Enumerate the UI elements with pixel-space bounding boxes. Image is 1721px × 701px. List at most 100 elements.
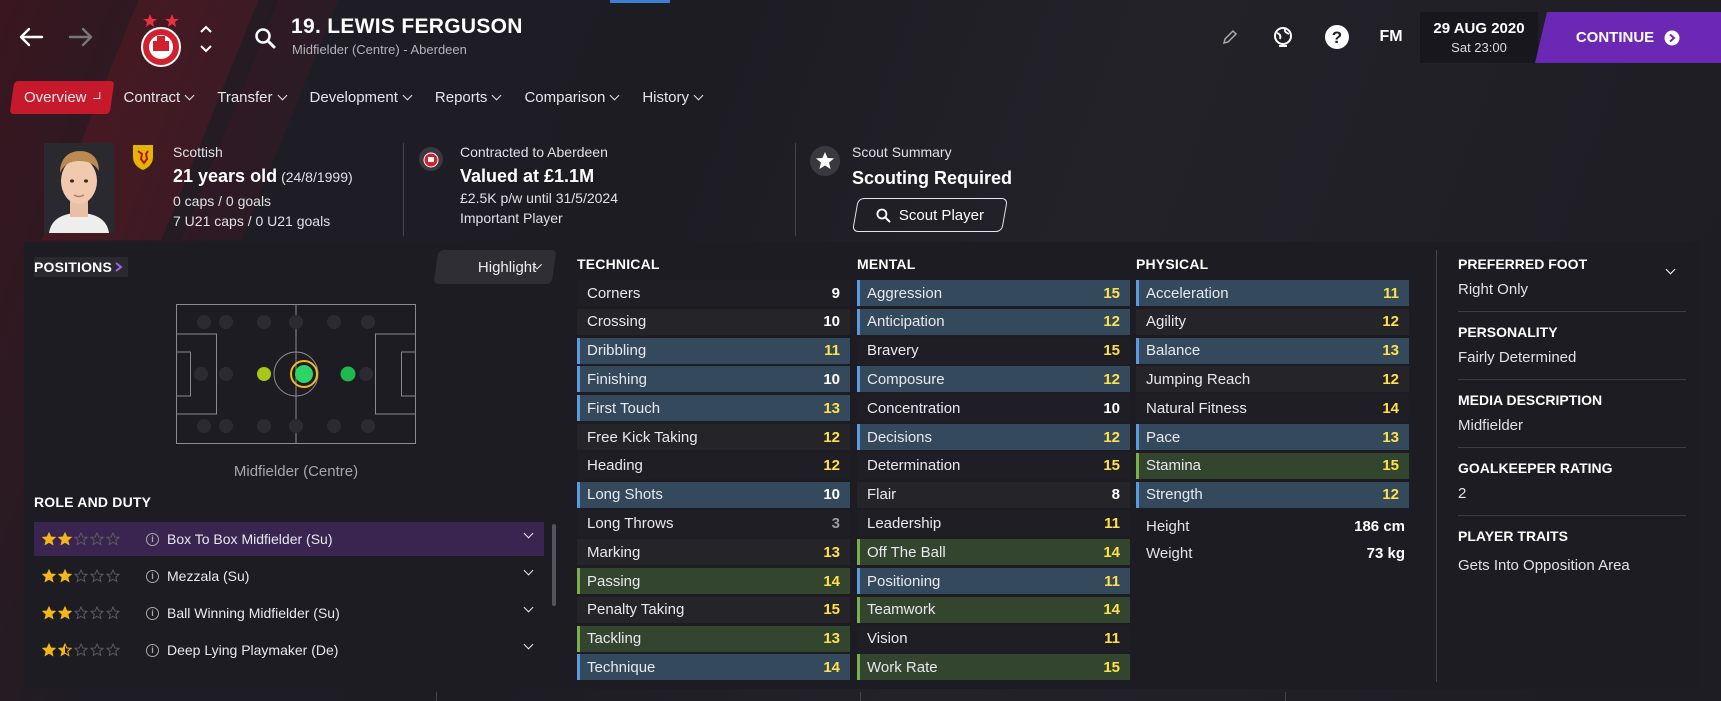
role-row[interactable]: i Deep Lying Playmaker (De) — [34, 633, 544, 667]
attribute-row[interactable]: First Touch 13 — [577, 395, 850, 422]
attribute-value: 12 — [1382, 486, 1399, 504]
back-button[interactable] — [14, 20, 48, 54]
attribute-row[interactable]: Bravery 15 — [857, 337, 1130, 364]
tab-comparison[interactable]: Comparison — [512, 81, 630, 114]
divider — [860, 692, 861, 701]
height-value: 186 cm — [1354, 518, 1405, 535]
tab-development[interactable]: Development — [298, 81, 423, 114]
search-button[interactable] — [254, 27, 276, 49]
scout-player-button[interactable]: Scout Player — [852, 198, 1008, 232]
role-rating — [42, 569, 146, 583]
fm-menu-button[interactable]: FM — [1375, 22, 1407, 52]
info-icon[interactable]: i — [146, 606, 159, 620]
attribute-row[interactable]: Jumping Reach 12 — [1136, 366, 1409, 393]
attribute-row[interactable]: Long Shots 10 — [577, 481, 850, 508]
attribute-row[interactable]: Long Throws 3 — [577, 510, 850, 537]
tab-transfer[interactable]: Transfer — [205, 81, 297, 114]
role-scrollbar[interactable] — [552, 524, 556, 606]
date-display[interactable]: 29 AUG 2020 Sat 23:00 — [1420, 12, 1538, 63]
star-icon — [42, 532, 56, 546]
chevron-down-icon[interactable] — [523, 639, 534, 650]
attribute-name: Off The Ball — [867, 543, 946, 561]
attribute-row[interactable]: Flair 8 — [857, 481, 1130, 508]
tab-overview[interactable]: Overview — [9, 81, 114, 114]
attribute-row[interactable]: Anticipation 12 — [857, 308, 1130, 335]
edit-button[interactable] — [1215, 22, 1245, 52]
role-row[interactable]: i Ball Winning Midfielder (Su) — [34, 596, 544, 630]
club-crest[interactable] — [136, 9, 186, 67]
attribute-name: Anticipation — [867, 313, 945, 331]
attribute-row[interactable]: Dribbling 11 — [577, 337, 850, 364]
world-button[interactable] — [1268, 22, 1298, 52]
chevron-down-icon[interactable] — [523, 528, 534, 539]
attribute-row[interactable]: Tackling 13 — [577, 625, 850, 652]
nation-badge[interactable] — [131, 143, 155, 171]
attribute-name: Work Rate — [867, 658, 938, 676]
attribute-row[interactable]: Natural Fitness 14 — [1136, 395, 1409, 422]
attribute-value: 15 — [1103, 658, 1120, 676]
attribute-name: Balance — [1146, 342, 1201, 360]
club-switcher[interactable] — [199, 22, 213, 56]
attribute-value: 15 — [1382, 457, 1399, 475]
attribute-row[interactable]: Work Rate 15 — [857, 654, 1130, 681]
attribute-row[interactable]: Heading 12 — [577, 452, 850, 479]
continue-button[interactable]: CONTINUE — [1535, 12, 1721, 63]
attribute-row[interactable]: Corners 9 — [577, 280, 850, 306]
attribute-row[interactable]: Stamina 15 — [1136, 452, 1409, 479]
forward-button[interactable] — [64, 20, 98, 54]
attribute-row[interactable]: Free Kick Taking 12 — [577, 424, 850, 450]
attribute-row[interactable]: Decisions 12 — [857, 424, 1130, 450]
role-rating — [42, 532, 146, 546]
tab-history[interactable]: History — [630, 81, 714, 114]
chevron-down-icon[interactable] — [523, 565, 534, 576]
date-text: 29 AUG 2020 — [1433, 20, 1525, 37]
info-icon[interactable]: i — [146, 643, 159, 657]
age: 21 years old — [173, 166, 278, 186]
attribute-row[interactable]: Composure 12 — [857, 366, 1130, 393]
tab-contract[interactable]: Contract — [112, 81, 206, 114]
attribute-row[interactable]: Determination 15 — [857, 452, 1130, 479]
attribute-row[interactable]: Agility 12 — [1136, 308, 1409, 335]
divider — [1436, 250, 1437, 682]
role-name: Deep Lying Playmaker (De) — [167, 642, 339, 658]
attribute-row[interactable]: Leadership 11 — [857, 510, 1130, 537]
role-row[interactable]: i Box To Box Midfielder (Su) — [34, 522, 544, 556]
attribute-row[interactable]: Passing 14 — [577, 568, 850, 594]
attribute-row[interactable]: Marking 13 — [577, 539, 850, 566]
attribute-row[interactable]: Vision 11 — [857, 625, 1130, 652]
attribute-row[interactable]: Penalty Taking 15 — [577, 596, 850, 623]
contract-club[interactable]: Contracted to Aberdeen — [460, 144, 608, 160]
attribute-name: Teamwork — [867, 601, 936, 619]
attribute-row[interactable]: Aggression 15 — [857, 280, 1130, 306]
highlight-dropdown[interactable]: Highlight — [433, 250, 557, 284]
role-row[interactable]: i Mezzala (Su) — [34, 559, 544, 593]
info-icon[interactable]: i — [146, 569, 159, 583]
squad-status: Important Player — [460, 210, 563, 226]
globe-icon — [1274, 27, 1292, 47]
tab-reports[interactable]: Reports — [423, 81, 513, 114]
attribute-row[interactable]: Acceleration 11 — [1136, 280, 1409, 306]
attribute-row[interactable]: Strength 12 — [1136, 481, 1409, 508]
positions-header[interactable]: POSITIONS — [34, 257, 129, 277]
attribute-row[interactable]: Technique 14 — [577, 654, 850, 681]
star-icon — [74, 643, 88, 657]
attribute-row[interactable]: Off The Ball 14 — [857, 539, 1130, 566]
attribute-row[interactable]: Concentration 10 — [857, 395, 1130, 422]
attribute-row[interactable]: Teamwork 14 — [857, 596, 1130, 623]
attribute-value: 10 — [823, 313, 840, 331]
tab-label: History — [642, 89, 689, 106]
attribute-row[interactable]: Pace 13 — [1136, 424, 1409, 450]
star-icon — [74, 606, 88, 620]
details-expand-button[interactable] — [1665, 260, 1676, 278]
attribute-row[interactable]: Balance 13 — [1136, 337, 1409, 364]
attribute-row[interactable]: Crossing 10 — [577, 308, 850, 335]
attribute-row[interactable]: Positioning 11 — [857, 568, 1130, 594]
chevron-down-icon[interactable] — [523, 602, 534, 613]
player-value: Valued at £1.1M — [460, 166, 595, 186]
attribute-value: 10 — [823, 370, 840, 388]
info-icon[interactable]: i — [146, 532, 159, 546]
help-button[interactable]: ? — [1322, 22, 1352, 52]
club-badge-small[interactable] — [418, 146, 444, 172]
chevron-down-icon — [491, 90, 502, 101]
attribute-row[interactable]: Finishing 10 — [577, 366, 850, 393]
